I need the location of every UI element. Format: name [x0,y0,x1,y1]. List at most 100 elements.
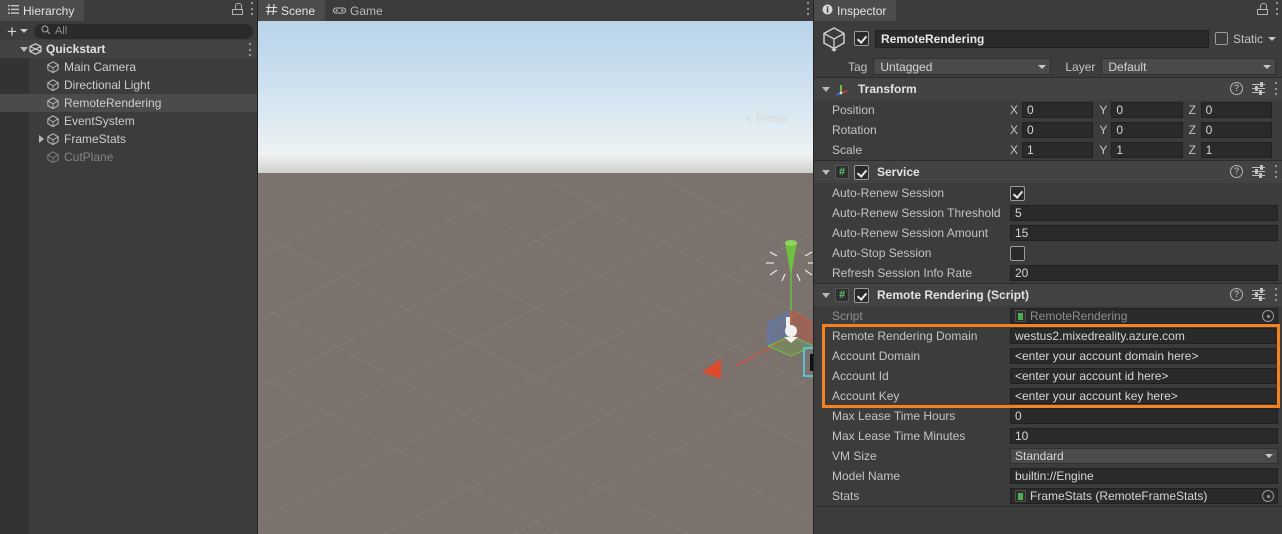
hierarchy-item-quickstart[interactable]: Quickstart [0,40,257,58]
gameobject-icon [47,79,59,92]
component-enabled-checkbox[interactable] [854,164,869,180]
gamepad-icon [332,4,347,18]
lock-icon[interactable] [232,2,243,15]
tab-hierarchy[interactable]: Hierarchy [0,0,85,21]
vector3-y-input[interactable]: 0 [1111,102,1183,118]
object-reference-field[interactable]: FrameStats (RemoteFrameStats) [1010,488,1278,504]
object-picker-icon[interactable] [1262,490,1274,502]
vector3-y-input[interactable]: 0 [1111,122,1183,138]
gameobject-icon [47,133,59,146]
hierarchy-item-main-camera[interactable]: Main Camera [0,58,257,76]
axis-label-y: Y [1099,143,1108,157]
property-label: Auto-Stop Session [832,246,932,260]
gameobject-enabled-checkbox[interactable] [854,31,869,46]
property-text-input[interactable]: 15 [1010,225,1278,241]
help-icon[interactable]: ? [1230,165,1243,178]
object-picker-icon[interactable] [1262,310,1274,322]
vector3-z-input[interactable]: 0 [1200,102,1272,118]
add-gameobject-button[interactable]: + [4,23,31,40]
hierarchy-item-label: EventSystem [64,114,135,128]
component-header-service[interactable]: # Service? [814,161,1282,183]
kebab-menu-icon[interactable] [1275,2,1278,15]
property-row-max-lease-time-hours: Max Lease Time Hours 0 [814,406,1282,426]
help-icon[interactable]: ? [1230,82,1243,95]
preset-sliders-icon[interactable] [1252,288,1265,301]
hierarchy-search-input[interactable]: All [33,23,253,39]
property-label: Remote Rendering Domain [832,329,978,343]
hierarchy-item-framestats[interactable]: FrameStats [0,130,257,148]
kebab-menu-icon[interactable] [1274,288,1277,301]
vector3-z-input[interactable]: 1 [1200,142,1272,158]
vector3-z-part: Z1 [1189,142,1278,158]
vector3-x-input[interactable]: 1 [1022,142,1094,158]
preset-sliders-icon[interactable] [1252,82,1265,95]
property-text-input[interactable]: <enter your account id here> [1010,368,1278,384]
property-checkbox[interactable] [1010,245,1025,261]
property-text-input[interactable]: 0 [1010,408,1278,424]
hierarchy-item-eventsystem[interactable]: EventSystem [0,112,257,130]
property-label: Refresh Session Info Rate [832,266,973,280]
hierarchy-item-remoterendering[interactable]: RemoteRendering [0,94,257,112]
lock-icon[interactable] [1257,2,1268,15]
kebab-menu-icon[interactable] [806,2,809,15]
static-toggle-group[interactable]: Static [1214,31,1276,46]
layer-dropdown[interactable]: Default [1101,58,1276,75]
vector3-x-input[interactable]: 0 [1022,122,1094,138]
component-header-transform[interactable]: Transform? [814,78,1282,100]
property-text-input[interactable]: 5 [1010,205,1278,221]
property-text-input[interactable]: <enter your account domain here> [1010,348,1278,364]
twisty-down-icon[interactable] [18,44,29,55]
tab-inspector[interactable]: Inspector [814,0,897,21]
property-text-input[interactable]: <enter your account key here> [1010,388,1278,404]
component-enabled-checkbox[interactable] [854,287,869,303]
hierarchy-item-directional-light[interactable]: Directional Light [0,76,257,94]
property-value: <enter your account id here> [1015,369,1169,383]
twisty-down-icon[interactable] [822,292,830,298]
scene-viewport[interactable]: y x z < Persp [258,21,813,534]
vector3-z-input[interactable]: 0 [1200,122,1272,138]
script-asset-icon [1015,310,1026,322]
tab-scene[interactable]: Scene [258,0,326,21]
property-label: Auto-Renew Session [832,186,945,200]
twisty-down-icon[interactable] [822,169,830,175]
property-text-input[interactable]: westus2.mixedreality.azure.com [1010,328,1278,344]
property-label: Script [832,309,863,323]
perspective-label-wrap[interactable]: < Persp [745,111,787,125]
twisty-right-icon[interactable] [36,134,47,145]
kebab-menu-icon[interactable] [1274,82,1277,95]
property-text-input[interactable]: 20 [1010,265,1278,281]
hierarchy-toolbar: + All [0,21,257,41]
kebab-menu-icon[interactable] [1274,165,1277,178]
gameobject-name-input[interactable]: RemoteRendering [875,29,1209,48]
property-dropdown[interactable]: Standard [1010,448,1278,464]
vector3-y-input[interactable]: 1 [1111,142,1183,158]
component-title: Remote Rendering (Script) [877,288,1030,302]
twisty-placeholder [36,62,47,73]
vector3-field: X0Y0Z0 [1010,122,1278,138]
gameobject-name-value: RemoteRendering [881,31,985,46]
property-row-auto-renew-session-amount: Auto-Renew Session Amount 15 [814,223,1282,243]
tab-hierarchy-label: Hierarchy [23,3,75,18]
kebab-menu-icon[interactable] [250,2,253,15]
preset-sliders-icon[interactable] [1252,165,1265,178]
static-checkbox[interactable] [1214,32,1228,45]
help-icon[interactable]: ? [1230,288,1243,301]
vector3-x-input[interactable]: 0 [1022,102,1094,118]
object-reference-field[interactable]: RemoteRendering [1010,308,1278,324]
hierarchy-item-cutplane[interactable]: CutPlane [0,148,257,166]
tab-game[interactable]: Game [325,0,393,21]
kebab-menu-icon[interactable] [248,43,251,56]
component-header-remote-rendering-script[interactable]: # Remote Rendering (Script)? [814,284,1282,306]
scene-move-gizmo[interactable] [658,196,813,386]
property-row-model-name: Model Name builtin://Engine [814,466,1282,486]
twisty-down-icon[interactable] [822,86,830,92]
property-text-input[interactable]: builtin://Engine [1010,468,1278,484]
static-label: Static [1232,31,1263,46]
property-checkbox[interactable] [1010,185,1025,201]
scene-panel-tools [806,2,809,15]
property-text-input[interactable]: 10 [1010,428,1278,444]
property-row-stats: Stats FrameStats (RemoteFrameStats) [814,486,1282,506]
tag-dropdown[interactable]: Untagged [873,58,1052,75]
property-row-rotation: Rotation X 0 Y 0 Z 0 [814,120,1282,140]
chevron-down-icon[interactable] [1268,36,1276,41]
